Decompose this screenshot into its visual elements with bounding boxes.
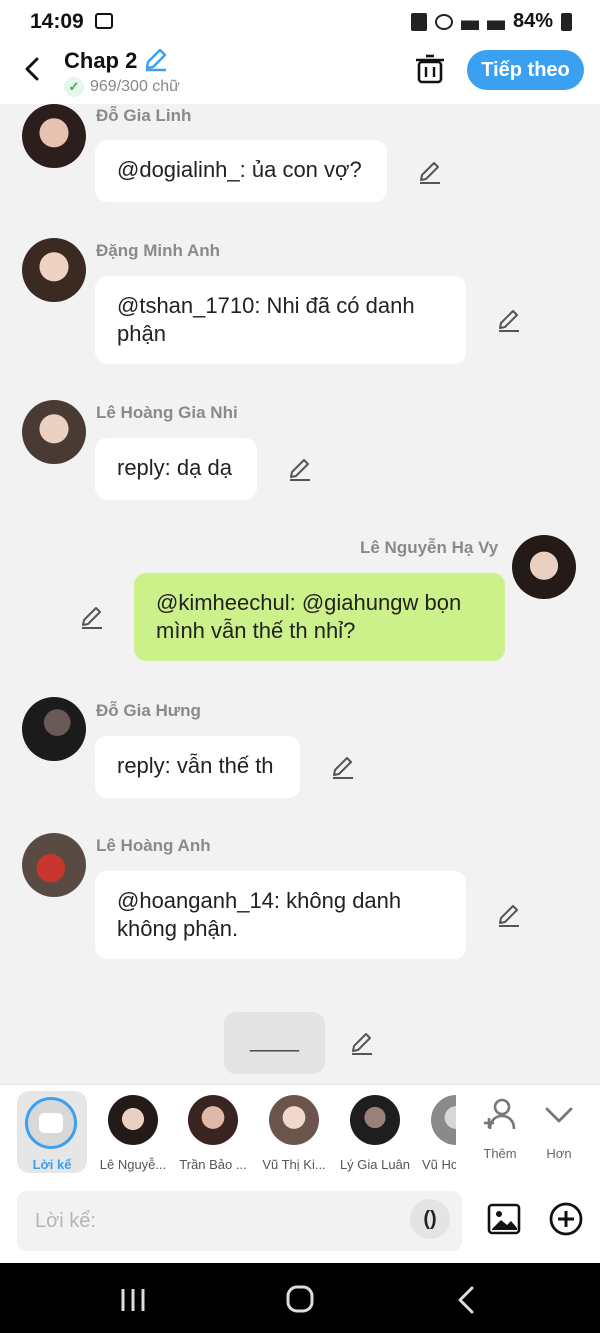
narration-tab[interactable]: Lời kể <box>17 1091 87 1173</box>
input-bar: Lời kể: () <box>0 1179 600 1263</box>
pending-bubble[interactable]: ____ <box>224 1012 325 1074</box>
recent-apps-icon[interactable] <box>113 1283 153 1317</box>
add-character-label: Thêm <box>483 1146 517 1161</box>
word-count-text: 969/300 chữ <box>90 78 180 95</box>
sender-name: Lê Hoàng Gia Nhi <box>96 403 238 422</box>
more-label: Hơn <box>546 1146 572 1161</box>
chevron-down-icon <box>545 1107 573 1123</box>
my-message-bubble[interactable]: @kimheechul: @giahungw bọn mình vẫn thế … <box>134 573 505 661</box>
sender-name: Đỗ Gia Hưng <box>96 701 201 720</box>
character-avatar <box>108 1095 158 1145</box>
character-label: Vũ Thị Ki... <box>262 1157 326 1172</box>
more-button[interactable]: Hơn <box>529 1093 589 1173</box>
edit-message-icon[interactable] <box>496 902 522 928</box>
edit-message-icon[interactable] <box>330 754 356 780</box>
avatar-le-hoang-gia-nhi[interactable] <box>22 400 86 464</box>
character-item[interactable]: Vũ Hc <box>416 1093 456 1173</box>
message-bubble[interactable]: reply: vẫn thế th <box>95 736 300 798</box>
narration-label: Lời kể <box>32 1157 72 1172</box>
status-time: 14:09 <box>30 10 84 33</box>
sender-name: Lê Hoàng Anh <box>96 836 211 855</box>
message-bubble[interactable]: @tshan_1710: Nhi đã có danh phận <box>95 276 466 364</box>
add-icon[interactable] <box>548 1201 584 1237</box>
character-selector: Lời kể Lê Nguyễ... Trần Bảo ... Vũ Thị K… <box>0 1084 600 1179</box>
character-item[interactable]: Lý Gia Luân <box>335 1093 415 1173</box>
edit-message-icon[interactable] <box>349 1030 375 1056</box>
signal-icon <box>486 13 505 30</box>
narration-icon <box>25 1097 77 1149</box>
mute-icon <box>434 13 453 30</box>
home-icon[interactable] <box>280 1283 320 1317</box>
battery-percent: 84% <box>512 10 553 32</box>
add-character-button[interactable]: Thêm <box>470 1093 530 1173</box>
gallery-icon <box>95 13 113 29</box>
character-avatar <box>431 1095 456 1145</box>
system-back-icon[interactable] <box>448 1283 488 1317</box>
edit-message-icon[interactable] <box>79 604 105 630</box>
chat-area: Đỗ Gia Linh @dogialinh_: ủa con vợ? Đặng… <box>0 104 600 1084</box>
character-label: Lê Nguyễ... <box>99 1157 167 1172</box>
word-count: ✓ 969/300 chữ <box>64 77 180 97</box>
status-right: 84% <box>410 10 572 33</box>
check-icon: ✓ <box>64 77 84 97</box>
top-header: Chap 2 ✓ 969/300 chữ Tiếp theo <box>0 44 600 104</box>
character-item[interactable]: Trần Bảo ... <box>173 1093 253 1173</box>
message-bubble[interactable]: @dogialinh_: ủa con vợ? <box>95 140 387 202</box>
chapter-title: Chap 2 <box>64 48 138 73</box>
sender-name: Lê Nguyễn Hạ Vy <box>360 538 499 557</box>
edit-message-icon[interactable] <box>496 307 522 333</box>
sender-name: Đỗ Gia Linh <box>96 106 192 125</box>
avatar-dang-minh-anh[interactable] <box>22 238 86 302</box>
character-item[interactable]: Lê Nguyễ... <box>93 1093 173 1173</box>
character-avatar <box>188 1095 238 1145</box>
alarm-icon <box>410 12 427 31</box>
message-bubble[interactable]: @hoanganh_14: không danh không phận. <box>95 871 466 959</box>
avatar-do-gia-hung[interactable] <box>22 697 86 761</box>
avatar-le-nguyen-ha-vy[interactable] <box>512 535 576 599</box>
sender-name: Đặng Minh Anh <box>96 241 221 260</box>
character-label: Lý Gia Luân <box>339 1157 411 1172</box>
edit-title-icon[interactable] <box>143 46 169 72</box>
edit-message-icon[interactable] <box>417 159 443 185</box>
narration-input[interactable]: Lời kể: <box>17 1191 462 1251</box>
battery-icon <box>561 12 572 31</box>
next-button[interactable]: Tiếp theo <box>467 50 584 90</box>
wifi-icon <box>460 13 479 30</box>
image-icon[interactable] <box>486 1201 522 1237</box>
message-bubble[interactable]: reply: dạ dạ <box>95 438 257 500</box>
trash-icon[interactable] <box>414 52 446 86</box>
character-item[interactable]: Vũ Thị Ki... <box>254 1093 334 1173</box>
avatar-do-gia-linh[interactable] <box>22 104 86 168</box>
character-avatar <box>350 1095 400 1145</box>
edit-message-icon[interactable] <box>287 456 313 482</box>
add-person-icon <box>484 1098 516 1130</box>
character-label: Trần Bảo ... <box>179 1157 247 1172</box>
parenthesis-button[interactable]: () <box>410 1199 450 1239</box>
avatar-le-hoang-anh[interactable] <box>22 833 86 897</box>
character-avatar <box>269 1095 319 1145</box>
back-arrow-icon[interactable] <box>18 54 48 84</box>
character-label: Vũ Hc <box>422 1157 456 1172</box>
system-nav-bar <box>0 1263 600 1333</box>
status-bar: 14:09 84% <box>0 0 600 44</box>
